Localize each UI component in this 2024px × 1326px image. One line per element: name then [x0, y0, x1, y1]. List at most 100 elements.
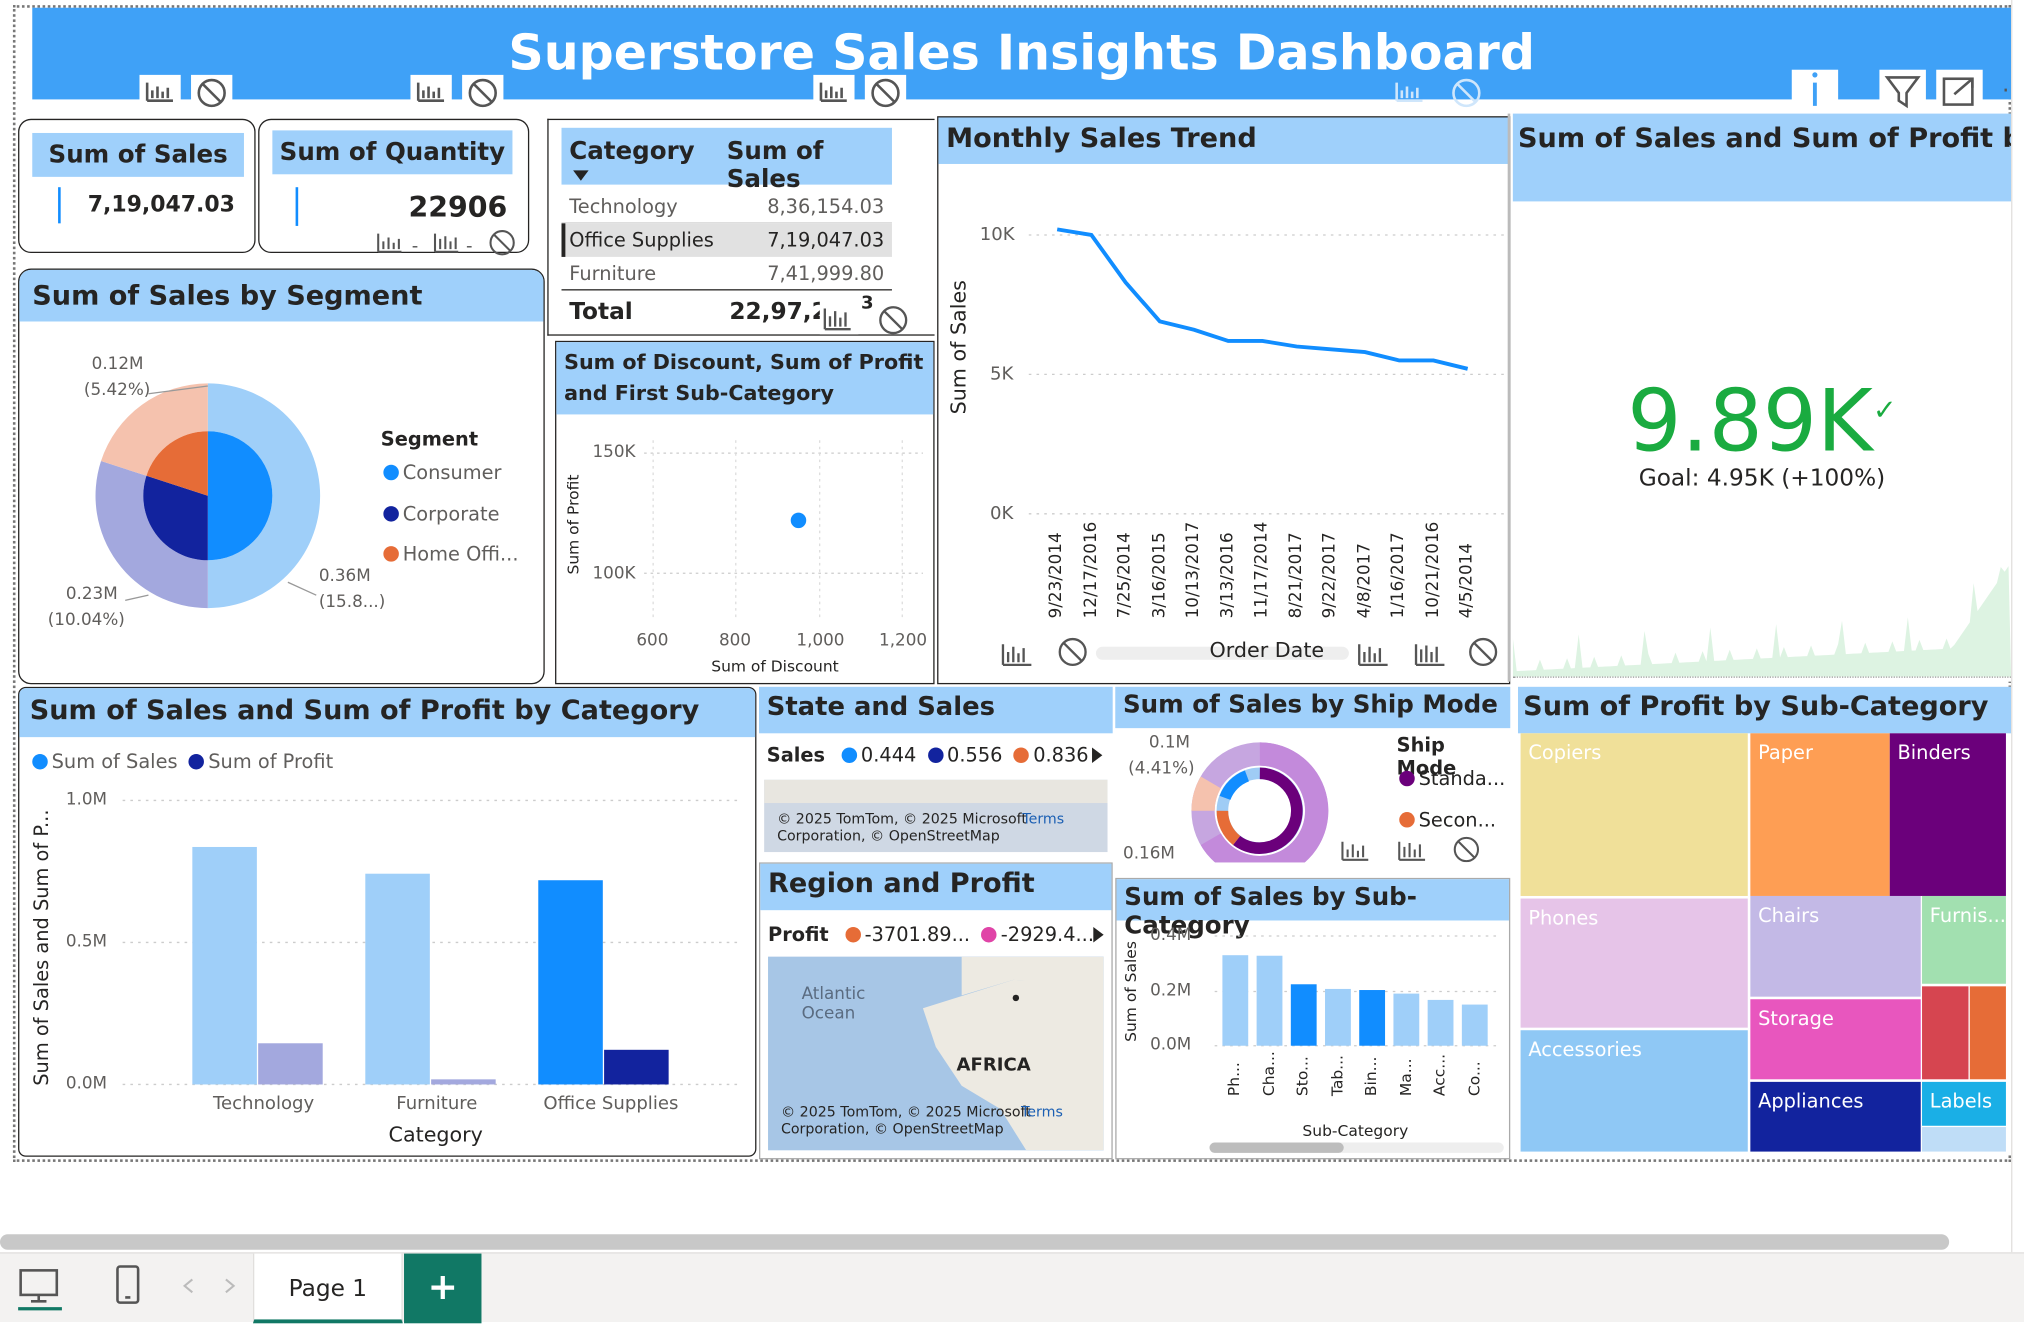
next-icon[interactable] [222, 1277, 237, 1295]
block-icon[interactable] [191, 74, 233, 112]
drill-icon[interactable] [1395, 82, 1423, 102]
drill-icon[interactable] [1358, 644, 1388, 667]
subcat-bars-card[interactable]: Sum of Sales by Sub-Category 0.4M 0.2M 0… [1115, 877, 1511, 1160]
block-icon[interactable] [462, 74, 504, 112]
scatter-point[interactable] [790, 512, 807, 529]
subcat-bar[interactable] [1290, 984, 1317, 1046]
table-row[interactable]: Furniture 7,41,999.80 [561, 257, 892, 291]
legend-item-standard[interactable]: Standa... [1399, 767, 1505, 790]
next-icon[interactable] [1089, 746, 1104, 764]
trend-ylabel: Sum of Sales [946, 280, 971, 415]
legend-item-home-office[interactable]: Home Offi... [383, 542, 519, 565]
drill-icon[interactable] [433, 233, 459, 253]
treemap-tile[interactable]: Binders [1889, 733, 2006, 896]
block-icon[interactable] [1469, 637, 1498, 667]
treemap-tile[interactable]: Storage [1750, 999, 1921, 1080]
bar-sales[interactable] [365, 873, 430, 1085]
next-icon[interactable] [1091, 926, 1106, 944]
vertical-scroll-region[interactable] [2011, 0, 2024, 1253]
profit-kpi-card[interactable]: Sum of Sales and Sum of Profit by Profit… [1512, 113, 2012, 682]
block-icon[interactable] [864, 74, 907, 112]
category-col-header[interactable]: Category [569, 137, 694, 165]
legend-dot [383, 506, 399, 522]
treemap-tile[interactable] [1969, 986, 2006, 1080]
category-table[interactable]: Category Sum of Sales Technology 8,36,15… [547, 118, 935, 336]
terms-link[interactable]: Terms [1021, 1104, 1063, 1121]
kpi-sales-value: 7,19,047.03 [87, 192, 235, 219]
subcat-scrollbar-thumb[interactable] [1209, 1142, 1344, 1153]
page-tab-page-1[interactable]: Page 1 [253, 1253, 403, 1324]
kpi-quantity-card[interactable]: Sum of Quantity 22906 - - [258, 118, 530, 257]
bar-sales[interactable] [192, 846, 257, 1085]
region-map-card[interactable]: Region and Profit Profit -3701.89... -29… [759, 862, 1113, 1160]
subcat-bar[interactable] [1222, 955, 1249, 1046]
subcat-xtick: Ph... [1224, 1062, 1244, 1097]
treemap-tile[interactable]: Chairs [1750, 895, 1921, 997]
subcat-bar[interactable] [1256, 955, 1283, 1046]
subcat-bar[interactable] [1461, 1004, 1488, 1046]
treemap-tile[interactable]: Accessories [1520, 1030, 1748, 1152]
subcat-bar[interactable] [1325, 988, 1351, 1046]
trend-xtick: 4/8/2017 [1354, 543, 1375, 619]
bar-profit[interactable] [258, 1043, 323, 1085]
treemap-tile[interactable]: Furnis... [1922, 895, 2006, 984]
subcat-bar[interactable] [1359, 990, 1386, 1046]
segment-donut-card[interactable]: Sum of Sales by Segment 0.12M (5.42%) 0.… [18, 268, 545, 685]
phone-icon[interactable] [114, 1264, 142, 1305]
table-row-selected[interactable]: Office Supplies 7,19,047.03 [561, 223, 892, 257]
drill-icon[interactable] [1341, 841, 1369, 861]
treemap-tile[interactable] [1922, 1127, 2006, 1152]
block-icon[interactable] [489, 230, 515, 256]
bar-profit[interactable] [431, 1079, 496, 1085]
region-map-tiles[interactable]: Atlantic Ocean AFRICA © 2025 TomTom, © 2… [768, 956, 1104, 1151]
desktop-icon[interactable] [18, 1266, 62, 1311]
selection-frame-left[interactable] [1507, 113, 1518, 682]
tile-label: Chairs [1758, 903, 1820, 927]
treemap-tile[interactable]: Labels [1922, 1081, 2006, 1126]
kpi-quantity-accent [295, 187, 299, 226]
sales-col-header[interactable]: Sum of Sales [727, 137, 892, 194]
scatter-card[interactable]: Sum of Discount, Sum of Profit and First… [555, 340, 935, 685]
add-page-button[interactable]: + [404, 1253, 482, 1324]
treemap-tile[interactable]: Phones [1520, 898, 1748, 1028]
trend-line[interactable] [1056, 227, 1469, 371]
drill-icon[interactable] [813, 74, 855, 112]
bar-sales[interactable] [538, 880, 603, 1085]
subcat-bar[interactable] [1393, 993, 1420, 1046]
state-map-card[interactable]: State and Sales Sales 0.444 0.556 0.836 … [759, 686, 1113, 860]
block-icon[interactable] [1453, 836, 1480, 863]
monthly-trend-card[interactable]: Monthly Sales Trend 10K 5K 0K Sum of Sal… [937, 116, 1511, 685]
bar-profit[interactable] [604, 1049, 669, 1085]
sort-down-icon[interactable] [572, 169, 590, 182]
treemap-card[interactable]: Sum of Profit by Sub-Category Copiers Pa… [1518, 686, 2012, 1155]
drill-icon[interactable] [139, 74, 181, 112]
table-row[interactable]: Technology 8,36,154.03 [561, 190, 892, 224]
row-category: Technology [569, 194, 678, 219]
subcat-xtick: Tab... [1327, 1055, 1346, 1097]
terms-link[interactable]: Terms [1022, 811, 1064, 828]
prev-icon[interactable] [181, 1277, 196, 1295]
treemap-tile[interactable]: Copiers [1520, 733, 1748, 896]
legend-item-consumer[interactable]: Consumer [383, 461, 501, 484]
kpi-quantity-label: Sum of Quantity [272, 130, 513, 175]
page-scrollbar[interactable] [0, 1234, 1950, 1250]
drill-icon[interactable] [410, 74, 452, 112]
trend-xtick: 3/16/2015 [1149, 532, 1169, 619]
treemap-tile[interactable]: Paper [1750, 733, 1890, 896]
block-icon[interactable] [1058, 637, 1087, 667]
kpi-sales-card[interactable]: Sum of Sales 7,19,047.03 [18, 118, 256, 254]
state-map-tiles[interactable]: © 2025 TomTom, © 2025 Microsoft Corporat… [764, 779, 1108, 853]
category-bars-card[interactable]: Sum of Sales and Sum of Profit by Catego… [18, 686, 757, 1157]
block-icon[interactable] [879, 306, 908, 335]
block-icon[interactable] [1452, 78, 1481, 108]
legend-item-corporate[interactable]: Corporate [383, 502, 500, 525]
drill-icon[interactable] [1414, 644, 1445, 667]
subcat-bar[interactable] [1427, 999, 1454, 1046]
drill-icon[interactable] [1001, 644, 1032, 667]
drill-icon[interactable] [377, 233, 402, 253]
drill-icon[interactable] [1398, 841, 1426, 861]
treemap-tile[interactable] [1922, 986, 1969, 1080]
legend-item-second[interactable]: Secon... [1399, 808, 1496, 831]
treemap-tile[interactable]: Appliances [1750, 1081, 1921, 1152]
shipmode-donut-card[interactable]: Sum of Sales by Ship Mode 0.1M (4.41%) 0… [1115, 686, 1511, 864]
